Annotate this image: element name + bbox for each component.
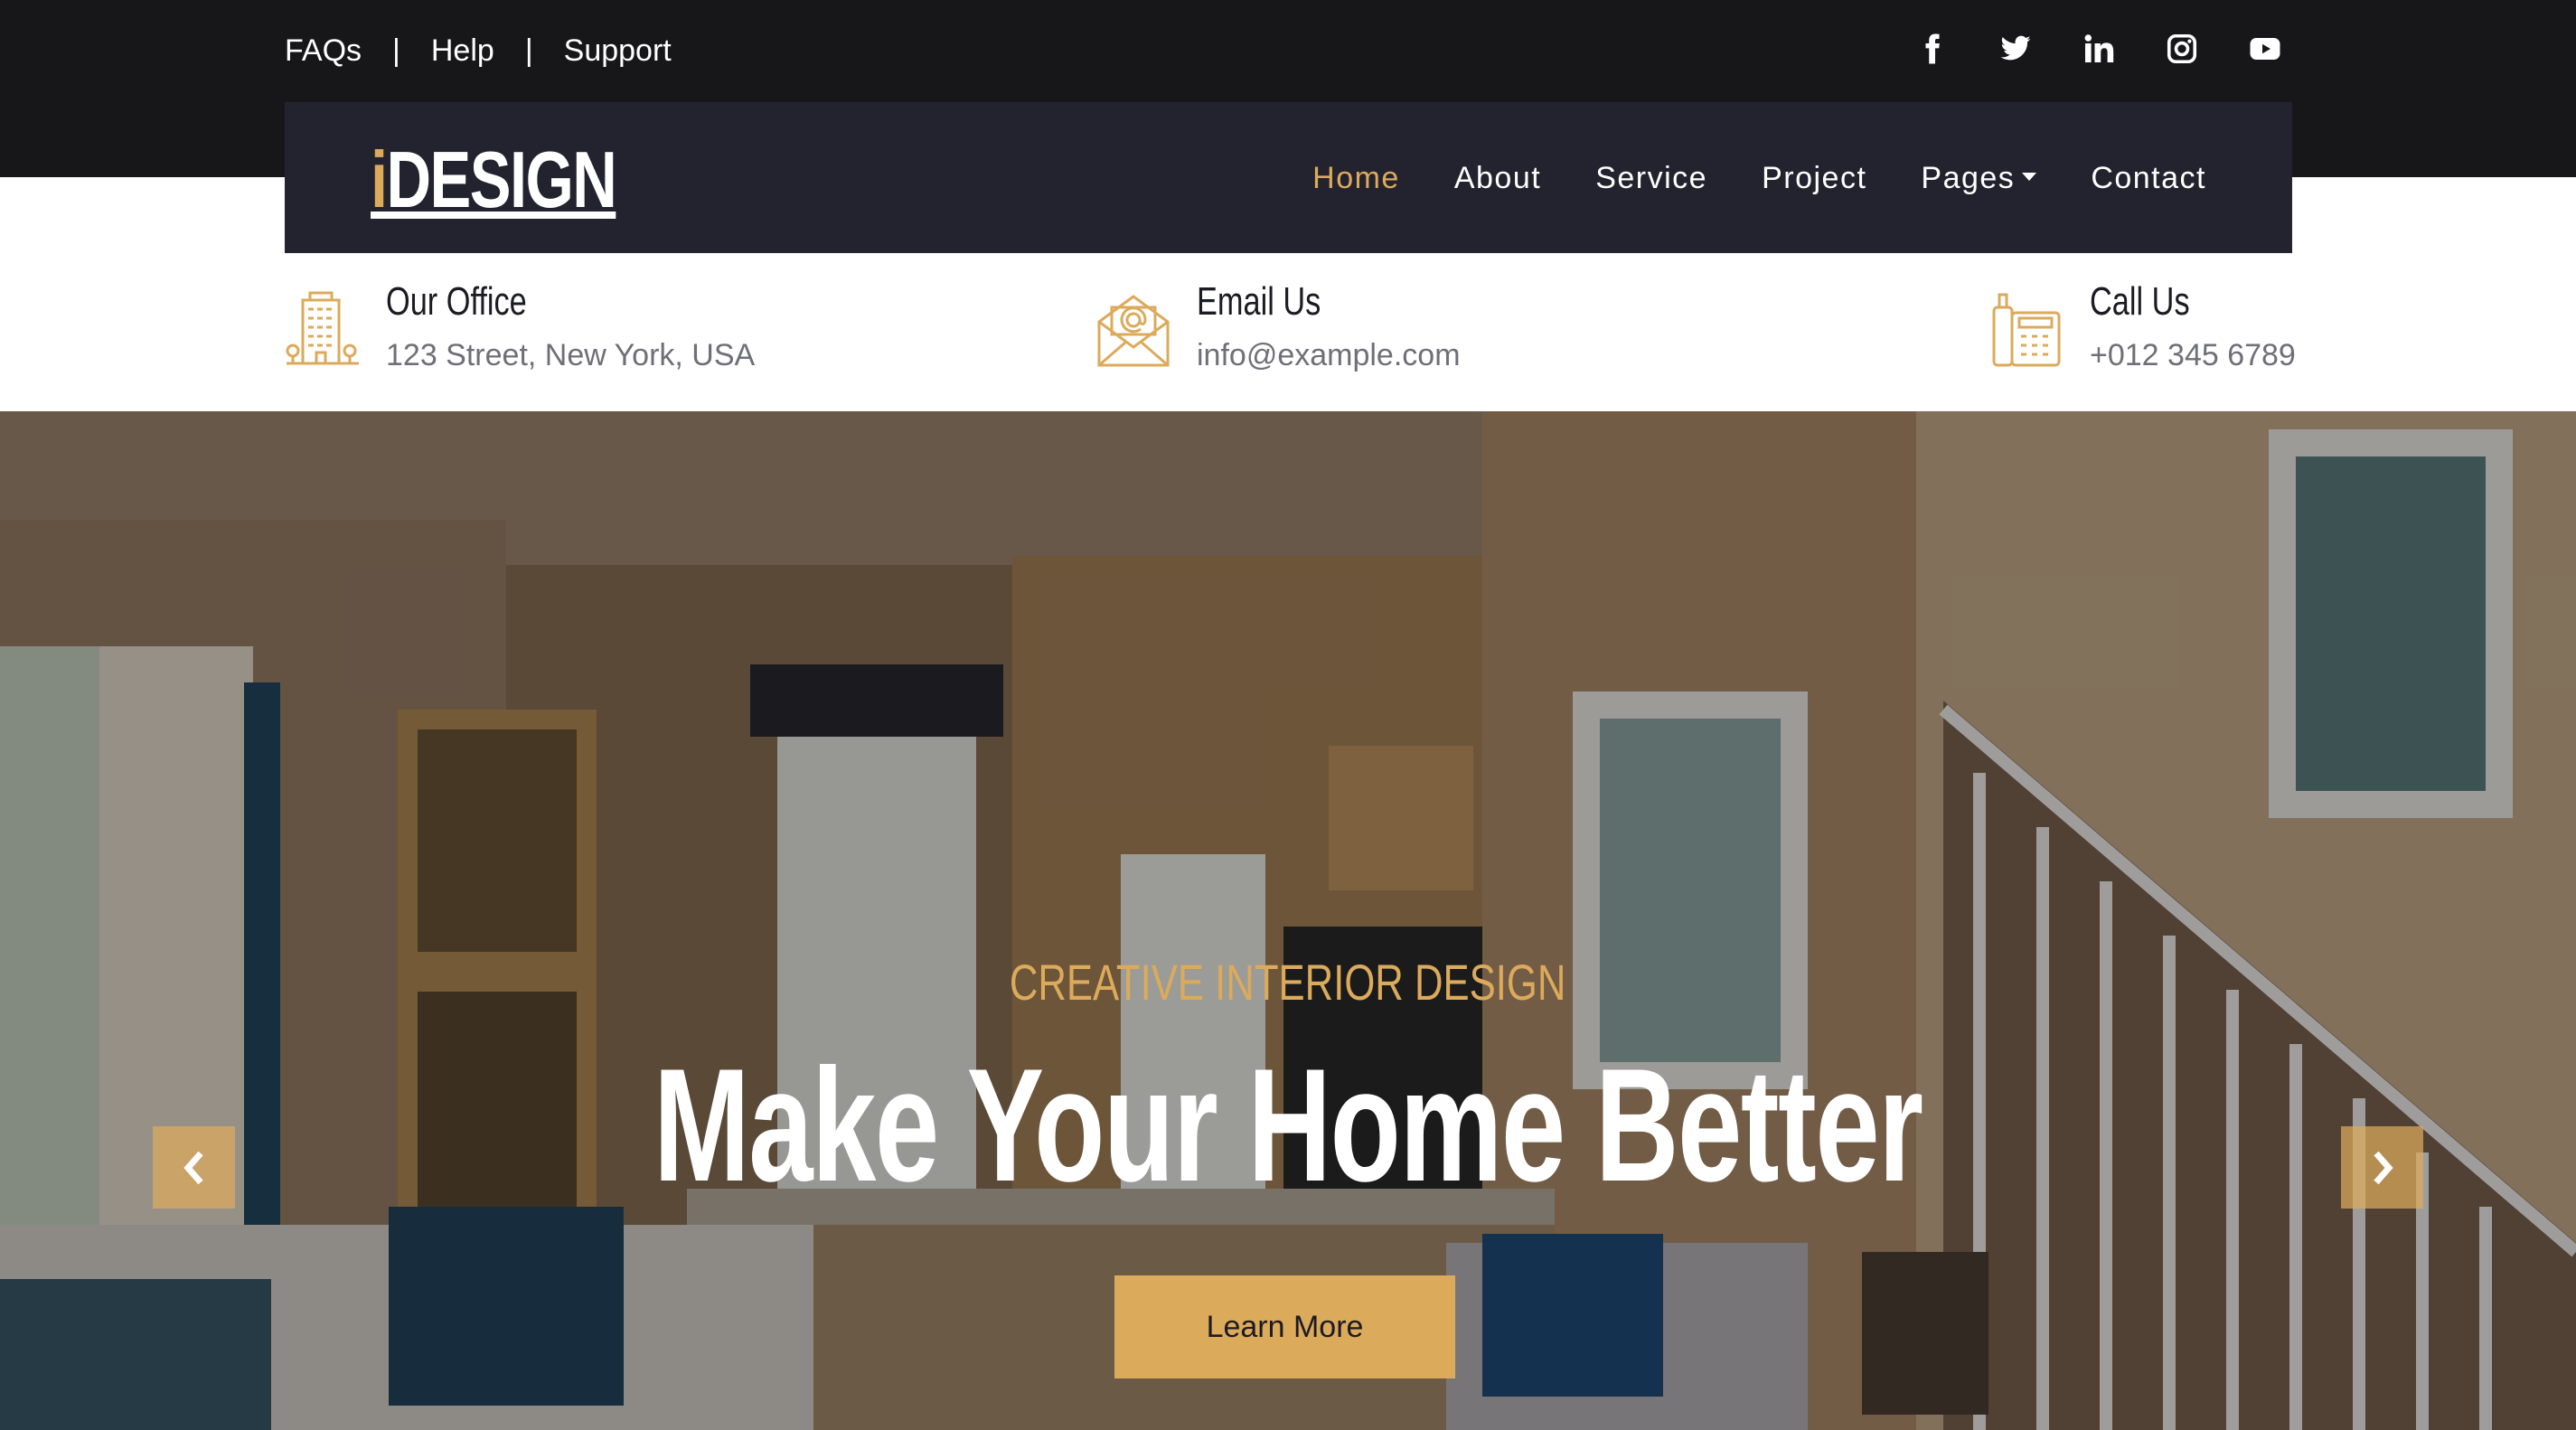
office-title: Our Office (386, 279, 527, 324)
twitter-icon[interactable] (1999, 33, 2032, 65)
navbar: iDESIGN Home About Service Project Pages… (285, 102, 2292, 253)
nav-pages-label: Pages (1921, 160, 2016, 195)
nav-home[interactable]: Home (1312, 161, 1400, 196)
office-address: 123 Street, New York, USA (386, 338, 756, 372)
top-links: FAQs | Help | Support (285, 29, 672, 72)
chevron-left-icon (183, 1151, 203, 1184)
phone-icon (1992, 293, 2061, 367)
separator: | (524, 33, 533, 68)
email-icon (1097, 295, 1170, 367)
carousel-next-button[interactable] (2341, 1126, 2423, 1209)
caret-down-icon (2022, 172, 2037, 181)
faqs-link[interactable]: FAQs (285, 33, 362, 69)
help-link[interactable]: Help (431, 33, 494, 69)
office-building-icon (286, 291, 359, 365)
logo[interactable]: iDESIGN (371, 135, 617, 224)
phone-title: Call Us (2090, 279, 2190, 324)
separator: | (392, 33, 400, 68)
phone-number[interactable]: +012 345 6789 (2090, 338, 2296, 373)
social-links (1916, 25, 2281, 72)
hero-tagline: CREATIVE INTERIOR DESIGN (1010, 954, 1566, 1011)
facebook-icon[interactable] (1916, 33, 1949, 65)
info-phone: Call Us +012 345 6789 (1988, 277, 2296, 385)
logo-accent: i (371, 135, 388, 224)
email-title: Email Us (1197, 279, 1321, 324)
nav-service[interactable]: Service (1595, 161, 1707, 196)
email-address[interactable]: info@example.com (1197, 338, 1461, 373)
nav-contact[interactable]: Contact (2091, 161, 2206, 196)
learn-more-button[interactable]: Learn More (1114, 1275, 1455, 1378)
nav-pages-dropdown[interactable]: Pages (1921, 160, 2037, 196)
logo-text: DESIGN (386, 135, 617, 224)
main-nav: Home About Service Project Pages Contact (1312, 153, 2206, 203)
chevron-right-icon (2373, 1151, 2393, 1184)
hero-carousel: CREATIVE INTERIOR DESIGN Make Your Home … (0, 411, 2576, 1430)
nav-about[interactable]: About (1454, 161, 1541, 196)
support-link[interactable]: Support (564, 33, 672, 69)
instagram-icon[interactable] (2166, 33, 2198, 65)
hero-headline: Make Your Home Better (653, 1035, 1923, 1215)
info-email: Email Us info@example.com (1095, 277, 1461, 385)
linkedin-icon[interactable] (2082, 33, 2115, 65)
info-office: Our Office 123 Street, New York, USA (285, 277, 755, 385)
youtube-icon[interactable] (2249, 33, 2281, 65)
nav-project[interactable]: Project (1762, 161, 1866, 196)
carousel-prev-button[interactable] (153, 1126, 235, 1209)
